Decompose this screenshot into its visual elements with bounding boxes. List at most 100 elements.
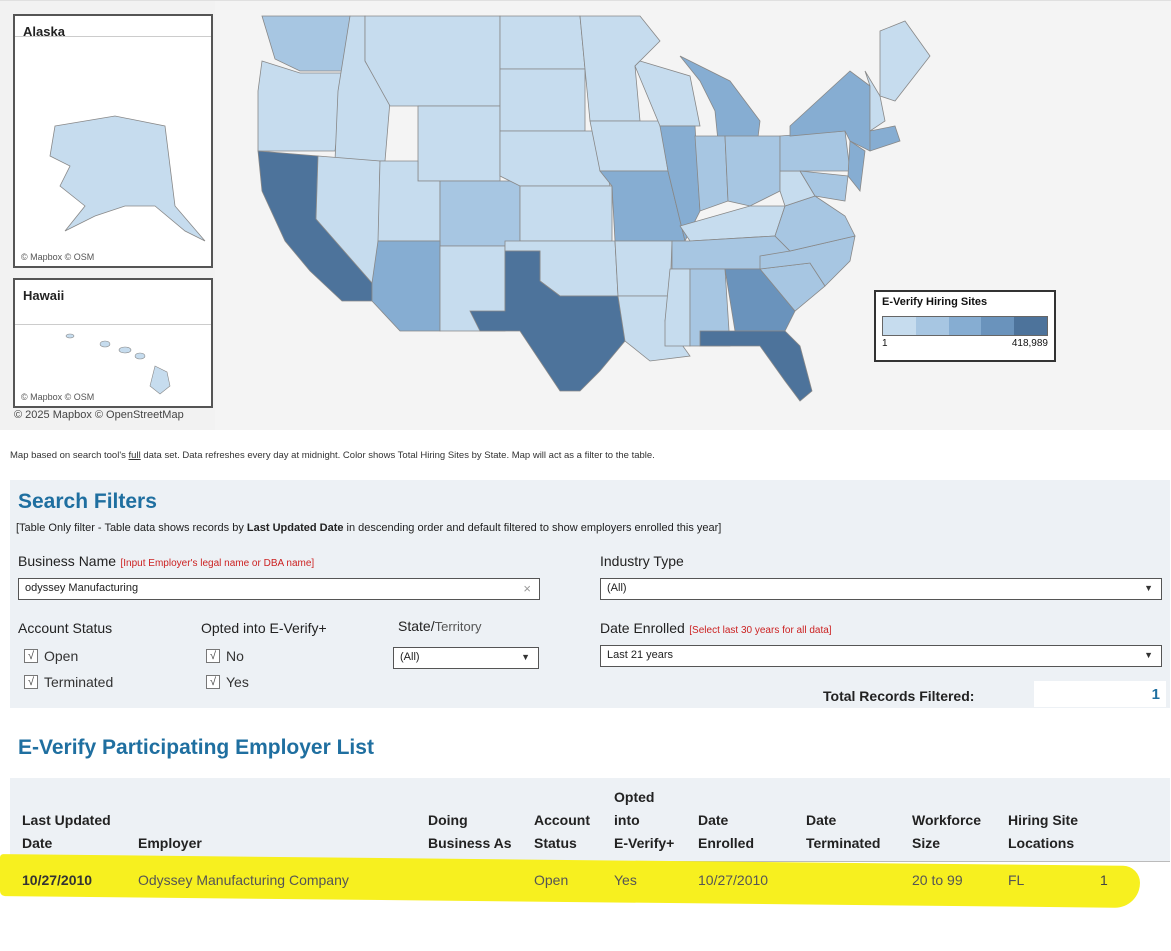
column-header-line <box>428 786 512 809</box>
checkbox-account-terminated[interactable]: √ Terminated <box>24 674 113 690</box>
search-filters-heading: Search Filters <box>18 490 157 513</box>
alaska-attribution: © Mapbox © OSM <box>21 252 95 262</box>
legend-range: 1 418,989 <box>882 338 1048 349</box>
chevron-down-icon: ▼ <box>521 652 530 662</box>
cell-locations: FL <box>1008 872 1025 888</box>
state-pennsylvania[interactable] <box>779 130 851 172</box>
checkbox-label: Yes <box>226 674 249 690</box>
total-records-label: Total Records Filtered: <box>823 688 975 704</box>
state-wyoming[interactable] <box>417 105 501 182</box>
checkbox-label: Open <box>44 648 79 664</box>
column-header-opted[interactable]: Opted into E-Verify+ <box>614 786 674 855</box>
inset-divider <box>15 36 211 37</box>
column-header-line <box>138 786 202 809</box>
state-colorado[interactable] <box>439 180 521 247</box>
legend-swatch <box>1014 317 1047 335</box>
legend-swatch <box>948 317 982 335</box>
state-mississippi[interactable] <box>664 268 691 347</box>
column-header-workforce[interactable]: Workforce Size <box>912 786 981 855</box>
checkbox-checked-icon[interactable]: √ <box>24 675 38 689</box>
chevron-down-icon: ▼ <box>1144 583 1153 593</box>
column-header-line <box>806 786 880 809</box>
alaska-inset[interactable]: Alaska © Mapbox © OSM <box>13 14 213 268</box>
column-header-line <box>138 809 202 832</box>
column-header-line: Date <box>698 812 729 828</box>
state-indiana[interactable] <box>694 135 729 212</box>
column-header-hiring-sites[interactable]: Hiring Site Locations <box>1008 786 1078 855</box>
column-header-date-enrolled[interactable]: Date Enrolled <box>698 786 754 855</box>
alaska-shape[interactable] <box>15 56 211 256</box>
column-header-line <box>534 786 590 809</box>
legend-swatch <box>981 317 1015 335</box>
column-header-line: Size <box>912 835 941 851</box>
column-header-account-status[interactable]: Account Status <box>534 786 590 855</box>
legend-swatch <box>915 317 949 335</box>
legend-title: E-Verify Hiring Sites <box>882 296 988 308</box>
opted-label: Opted into E-Verify+ <box>201 620 327 636</box>
legend-swatch <box>883 317 916 335</box>
business-name-label: Business Name <box>18 553 117 569</box>
column-header-line: E-Verify+ <box>614 835 675 851</box>
legend-min: 1 <box>882 338 888 349</box>
legend-color-scale <box>882 316 1048 336</box>
business-name-input[interactable]: odyssey Manufacturing × <box>18 578 540 600</box>
column-header-dba[interactable]: Doing Business As <box>428 786 512 855</box>
cell-date-enrolled: 10/27/2010 <box>698 872 769 888</box>
column-header-line: Employer <box>138 835 202 851</box>
map-note-text: Map based on search tool's <box>10 450 129 461</box>
column-header-line <box>698 786 754 809</box>
column-header-line: Doing <box>428 812 468 828</box>
business-name-label-row: Business Name [Input Employer's legal na… <box>18 553 314 571</box>
cell-workforce: 20 to 99 <box>912 872 963 888</box>
state-kansas[interactable] <box>519 185 613 242</box>
checkbox-checked-icon[interactable]: √ <box>206 649 220 663</box>
column-header-date-terminated[interactable]: Date Terminated <box>806 786 880 855</box>
column-header-line: Enrolled <box>698 835 755 851</box>
checkbox-checked-icon[interactable]: √ <box>24 649 38 663</box>
column-header-line: Last Updated <box>22 812 111 828</box>
hawaii-inset[interactable]: Hawaii © Mapbox © OSM <box>13 278 213 408</box>
state-montana[interactable] <box>364 15 501 107</box>
date-enrolled-dropdown[interactable]: Last 21 years ▼ <box>600 645 1162 667</box>
hawaii-attribution: © Mapbox © OSM <box>21 392 95 402</box>
checkbox-opted-yes[interactable]: √ Yes <box>206 674 249 690</box>
subtitle-text: [Table Only filter - Table data shows re… <box>16 522 247 534</box>
industry-type-dropdown[interactable]: (All) ▼ <box>600 578 1162 600</box>
account-status-label: Account Status <box>18 620 113 636</box>
state-south-dakota[interactable] <box>499 68 586 132</box>
us-choropleth-map[interactable]: Alaska © Mapbox © OSM Hawaii © Mapbox © … <box>0 0 1171 430</box>
state-value: (All) <box>400 651 420 663</box>
checkbox-opted-no[interactable]: √ No <box>206 648 244 664</box>
column-header-line: Date <box>22 835 53 851</box>
column-header-line: into <box>614 812 640 828</box>
column-header-line: Workforce <box>912 812 981 828</box>
cell-account-status: Open <box>534 872 569 888</box>
column-header-line <box>22 786 111 809</box>
industry-type-label: Industry Type <box>600 553 684 569</box>
hawaii-title: Hawaii <box>23 288 65 303</box>
column-header-line: Hiring Site <box>1008 812 1079 828</box>
cell-employer[interactable]: Odyssey Manufacturing Company <box>138 872 349 888</box>
business-name-value: odyssey Manufacturing <box>25 582 139 594</box>
map-note-link[interactable]: full <box>129 450 141 461</box>
state-dropdown[interactable]: (All) ▼ <box>393 647 539 669</box>
state-label-rest: Territory <box>434 619 482 634</box>
checkbox-checked-icon[interactable]: √ <box>206 675 220 689</box>
employer-list-heading: E-Verify Participating Employer List <box>18 736 374 759</box>
state-iowa[interactable] <box>589 120 669 172</box>
map-attribution: © 2025 Mapbox © OpenStreetMap <box>14 409 184 421</box>
state-label: State/Territory <box>398 618 482 636</box>
column-header-employer[interactable]: Employer <box>138 786 202 855</box>
date-enrolled-label: Date Enrolled <box>600 620 685 636</box>
checkbox-label: Terminated <box>44 674 114 690</box>
column-header-line: Opted <box>614 789 655 805</box>
search-filters-subtitle: [Table Only filter - Table data shows re… <box>16 522 721 534</box>
state-oregon[interactable] <box>257 60 346 152</box>
subtitle-bold: Last Updated Date <box>246 522 344 534</box>
column-header-last-updated[interactable]: Last Updated Date <box>22 786 111 855</box>
clear-icon[interactable]: × <box>523 581 531 596</box>
state-north-dakota[interactable] <box>499 15 586 70</box>
state-ohio[interactable] <box>724 135 781 207</box>
state-arkansas[interactable] <box>614 240 673 297</box>
checkbox-account-open[interactable]: √ Open <box>24 648 78 664</box>
